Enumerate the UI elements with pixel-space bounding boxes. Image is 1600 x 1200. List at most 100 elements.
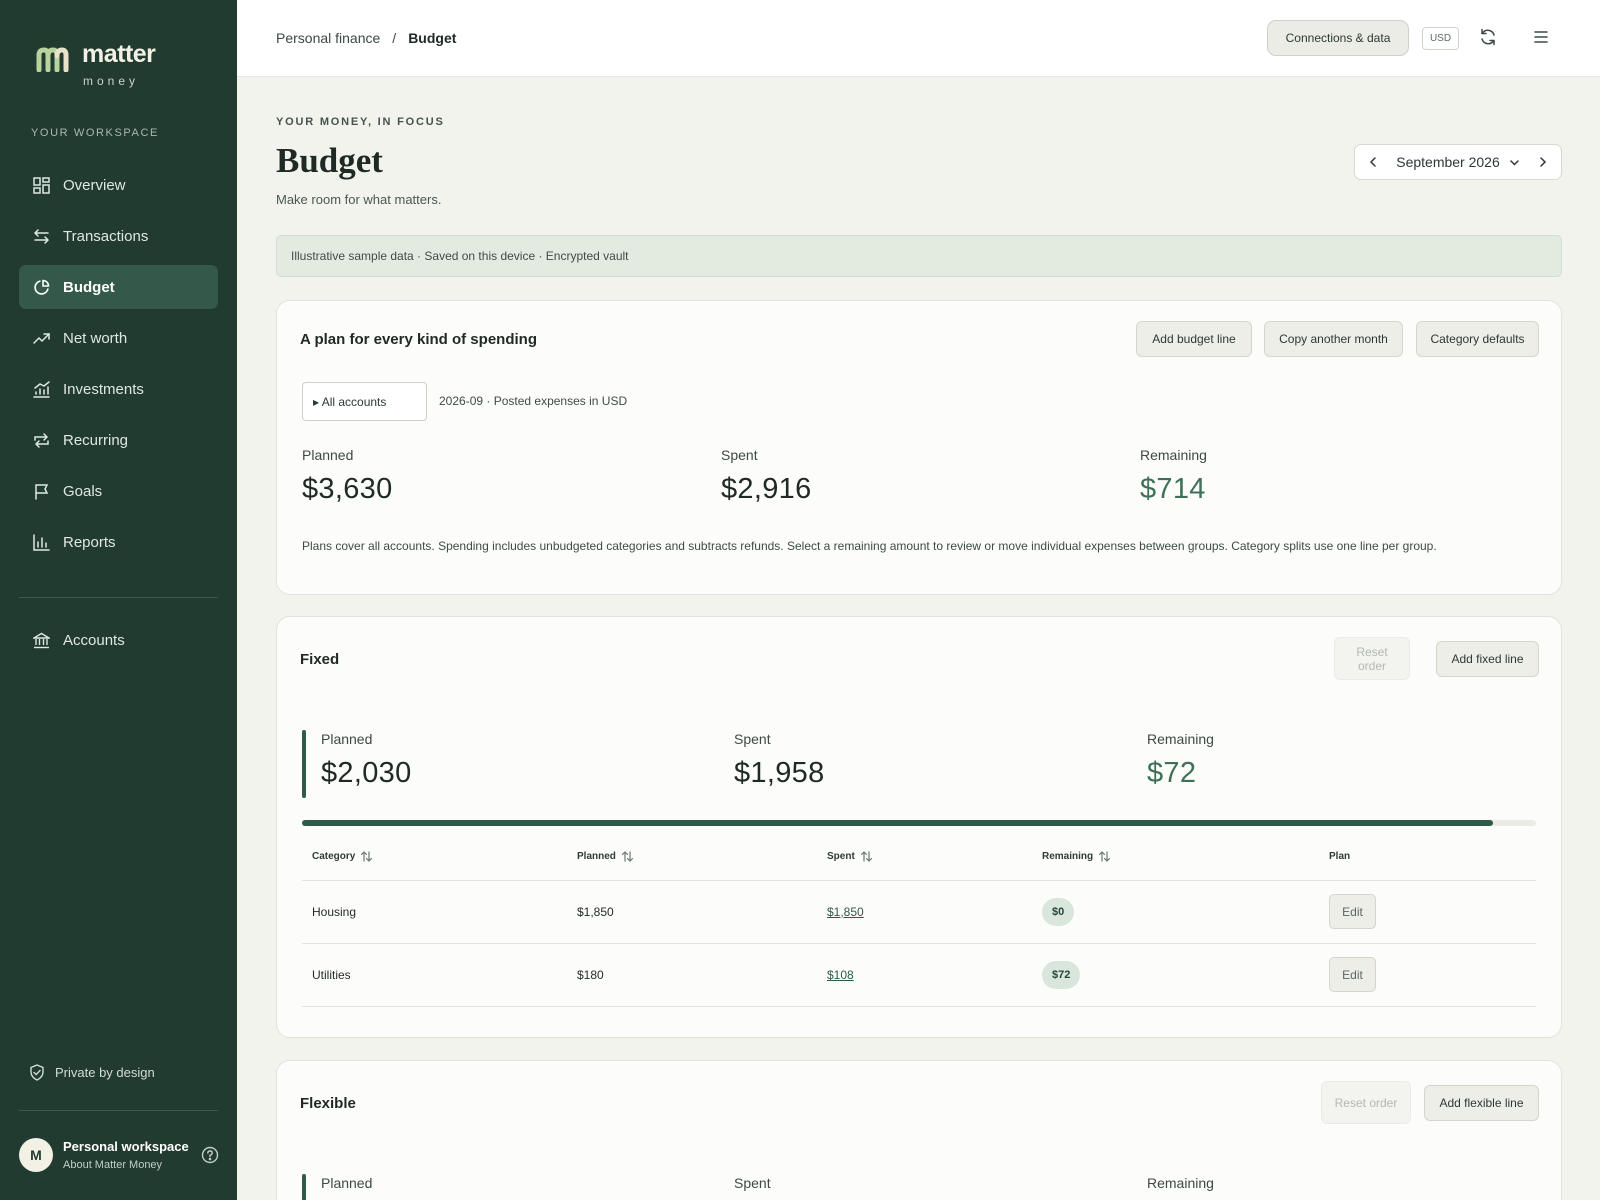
privacy-note: Private by design [29,1064,155,1081]
breadcrumb: Personal finance / Budget [276,30,456,46]
spent-link[interactable]: $1,850 [827,905,864,919]
reset-order-button[interactable]: Reset order [1321,1081,1411,1124]
spent-cell: $1,850 [817,880,1032,944]
sort-icon[interactable] [621,850,634,863]
help-icon[interactable] [201,1146,219,1164]
chevron-right-icon[interactable] [1537,156,1549,168]
connections-button[interactable]: Connections & data [1267,20,1409,56]
sidebar-item-reports[interactable]: Reports [19,520,218,564]
fixed-group-card: Fixed Reset order Add fixed line Planned… [276,616,1562,1038]
stat-label: Remaining [1147,731,1214,747]
edit-button[interactable]: Edit [1329,957,1376,992]
stat-label: Planned [321,1175,373,1191]
privacy-label: Private by design [55,1065,155,1080]
fixed-card-title: Fixed [300,651,340,668]
add-flexible-line-button[interactable]: Add flexible line [1424,1085,1539,1121]
plan-explanation: Plans cover all accounts. Spending inclu… [302,539,1437,553]
page-eyebrow: YOUR MONEY, IN FOCUS [276,116,445,128]
sort-icon[interactable] [360,850,373,863]
brand-subtitle: money [83,74,140,88]
flexible-card-title: Flexible [300,1095,356,1112]
remaining-pill[interactable]: $72 [1042,960,1081,989]
sidebar-item-goals[interactable]: Goals [19,469,218,513]
sidebar-item-label: Recurring [63,431,129,449]
brand-logo[interactable]: matter money [36,40,156,88]
column-header-remaining[interactable]: Remaining [1032,834,1319,881]
stat-value: $1,958 [734,757,825,789]
plan-planned-stat: Planned $3,630 [302,447,393,506]
sidebar-item-label: Budget [63,278,115,296]
chevron-left-icon[interactable] [1367,156,1379,168]
fixed-lines-table: Category Planned Spent Remaining Plan Ho… [302,834,1536,1007]
column-header-spent[interactable]: Spent [817,834,1032,881]
sidebar-nav: Overview Transactions Budget Net worth I… [19,163,218,571]
breadcrumb-parent[interactable]: Personal finance [276,30,380,46]
sidebar-item-transactions[interactable]: Transactions [19,214,218,258]
edit-button[interactable]: Edit [1329,894,1376,929]
sidebar-item-label: Transactions [63,227,149,245]
spent-link[interactable]: $108 [827,968,854,982]
sidebar-item-accounts[interactable]: Accounts [19,618,218,662]
sidebar-item-investments[interactable]: Investments [19,367,218,411]
month-dropdown[interactable]: September 2026 [1396,154,1520,170]
shield-check-icon [30,1064,44,1081]
bank-icon [32,631,50,649]
month-selector: September 2026 [1354,144,1562,180]
add-budget-line-button[interactable]: Add budget line [1136,321,1252,357]
page-subtitle: Make room for what matters. [276,192,442,207]
sidebar: matter money YOUR WORKSPACE Overview Tra… [0,0,237,1200]
stat-value: $2,030 [321,757,412,789]
breadcrumb-separator: / [392,30,397,46]
progress-fill [302,820,1493,826]
plan-cell: Edit [1319,943,1536,1007]
period-meta: 2026-09 · Posted expenses in USD [439,394,628,408]
bar-chart-icon [32,533,50,551]
refresh-icon[interactable] [1479,28,1497,46]
fixed-spent-stat: Spent $1,958 [734,731,825,790]
sample-data-notice: Illustrative sample data · Saved on this… [276,235,1562,277]
flexible-remaining-stat: Remaining [1147,1175,1214,1191]
sidebar-secondary-nav: Accounts [19,618,218,669]
add-fixed-line-button[interactable]: Add fixed line [1436,641,1539,677]
arrows-icon [32,227,50,245]
plan-card-title: A plan for every kind of spending [300,331,537,348]
reset-order-button[interactable]: Reset order [1334,637,1410,680]
column-header-planned[interactable]: Planned [567,834,817,881]
column-label: Planned [577,851,616,863]
sidebar-divider [19,597,218,598]
about-link[interactable]: About Matter Money [63,1159,201,1171]
plan-summary-card: A plan for every kind of spending Add bu… [276,300,1562,595]
currency-badge[interactable]: USD [1422,27,1459,50]
workspace-profile[interactable]: M Personal workspace About Matter Money [19,1138,219,1172]
category-cell: Housing [302,880,567,944]
category-defaults-button[interactable]: Category defaults [1416,321,1539,357]
remaining-pill[interactable]: $0 [1042,897,1075,926]
trend-icon [32,329,50,347]
sidebar-item-recurring[interactable]: Recurring [19,418,218,462]
fixed-planned-stat: Planned $2,030 [321,731,412,790]
menu-icon[interactable] [1533,29,1549,45]
plan-spent-stat: Spent $2,916 [721,447,812,506]
sort-icon[interactable] [1098,850,1111,863]
stat-value: $2,916 [721,473,812,505]
column-header-category[interactable]: Category [302,834,567,881]
copy-month-button[interactable]: Copy another month [1264,321,1403,357]
pie-icon [32,278,50,296]
stat-value: $714 [1140,473,1206,505]
table-row: Housing $1,850 $1,850 $0 Edit [302,880,1536,944]
column-label: Plan [1329,851,1351,863]
grid-icon [32,176,50,194]
account-filter-select[interactable]: ▸ All accounts [302,382,427,421]
flexible-group-card: Flexible Reset order Add flexible line P… [276,1060,1562,1200]
brand-name: matter [82,40,156,68]
sort-icon[interactable] [860,850,873,863]
group-accent-bar [302,1174,306,1200]
sidebar-item-budget[interactable]: Budget [19,265,218,309]
column-label: Category [312,851,356,863]
sidebar-item-overview[interactable]: Overview [19,163,218,207]
sidebar-item-label: Overview [63,176,126,194]
sidebar-item-net-worth[interactable]: Net worth [19,316,218,360]
avatar: M [19,1138,53,1172]
planned-cell: $180 [567,943,817,1007]
workspace-name: Personal workspace [63,1139,189,1154]
